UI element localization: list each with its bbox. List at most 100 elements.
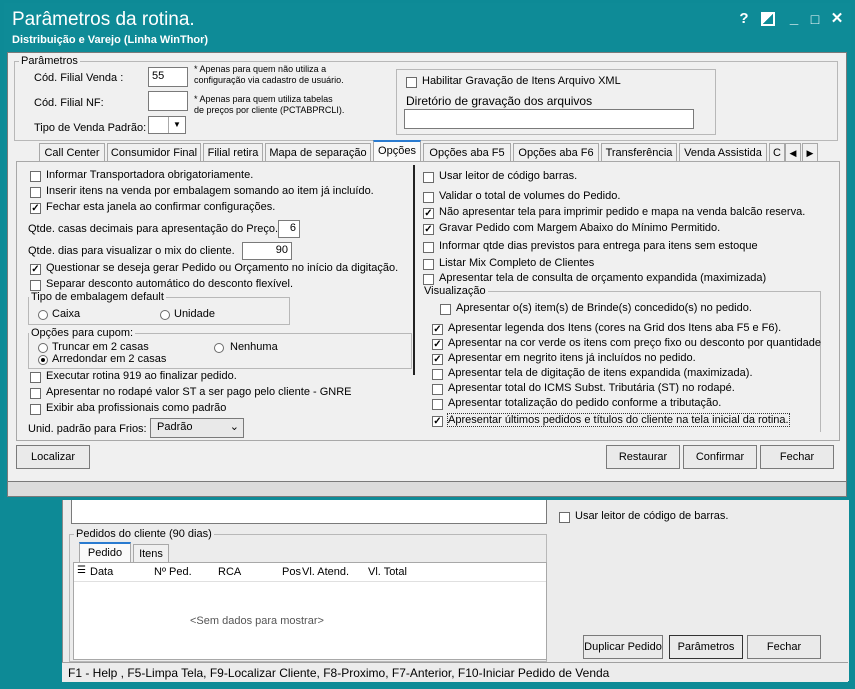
restaurar-button[interactable]: Restaurar xyxy=(606,445,680,469)
visualizacao-group-label: Visualização xyxy=(424,285,486,297)
frios-chevron-icon[interactable]: ⌄ xyxy=(230,420,239,433)
questionar-label: Questionar se deseja gerar Pedido ou Orç… xyxy=(46,262,399,274)
leitor-barras-checkbox[interactable] xyxy=(423,172,434,183)
cupom-arredondar-radio[interactable] xyxy=(38,355,48,365)
help-icon[interactable]: ? xyxy=(734,9,754,29)
rotina-919-checkbox[interactable] xyxy=(30,372,41,383)
dias-entrega-checkbox[interactable] xyxy=(423,242,434,253)
emb-caixa-radio[interactable] xyxy=(38,310,48,320)
dir-input[interactable] xyxy=(404,109,694,129)
mix-completo-checkbox[interactable] xyxy=(423,259,434,270)
main-fechar-button[interactable]: Fechar xyxy=(747,635,821,659)
pedidos-grid[interactable]: ☰ Data Nº Ped. RCA Pos Vl. Atend. Vl. To… xyxy=(73,562,547,660)
validar-volumes-checkbox[interactable] xyxy=(423,192,434,203)
maximize-icon[interactable]: □ xyxy=(805,9,825,29)
nao-imprimir-label: Não apresentar tela para imprimir pedido… xyxy=(439,206,806,218)
decimais-label: Qtde. casas decimais para apresentação d… xyxy=(28,223,279,235)
tipo-venda-label: Tipo de Venda Padrão: xyxy=(34,122,147,134)
leitor-barras-label: Usar leitor de código barras. xyxy=(439,170,578,182)
tipo-venda-select[interactable]: ▼ xyxy=(148,116,186,134)
aba-profissionais-checkbox[interactable] xyxy=(30,404,41,415)
embalagem-soma-label: Inserir itens na venda por embalagem som… xyxy=(46,185,374,197)
tab-call-center[interactable]: Call Center xyxy=(39,143,105,161)
dir-label: Diretório de gravação dos arquivos xyxy=(406,94,593,108)
cupom-truncar-radio[interactable] xyxy=(38,343,48,353)
tab-opcoes-f6[interactable]: Opções aba F6 xyxy=(513,143,599,161)
dialog-titlebar[interactable]: Parâmetros da rotina. Distribuição e Var… xyxy=(4,3,851,51)
restore-icon[interactable] xyxy=(758,9,778,29)
negrito-checkbox[interactable]: ✓ xyxy=(432,354,443,365)
main-window-background: Usar leitor de código de barras. Pedidos… xyxy=(0,498,855,689)
separar-desconto-label: Separar desconto automático do desconto … xyxy=(46,278,294,290)
legenda-checkbox[interactable]: ✓ xyxy=(432,324,443,335)
chevron-down-icon[interactable]: ▼ xyxy=(168,117,185,133)
tab-pedido[interactable]: Pedido xyxy=(79,542,131,562)
grid-header: ☰ Data Nº Ped. RCA Pos Vl. Atend. Vl. To… xyxy=(74,563,546,582)
validar-volumes-label: Validar o total de volumes do Pedido. xyxy=(439,190,621,202)
fechar-janela-checkbox[interactable]: ✓ xyxy=(30,203,41,214)
minimize-icon[interactable]: _ xyxy=(784,9,804,29)
emb-unidade-radio[interactable] xyxy=(160,310,170,320)
gravar-margem-checkbox[interactable]: ✓ xyxy=(423,224,434,235)
fechar-button[interactable]: Fechar xyxy=(760,445,834,469)
tab-transferencia[interactable]: Transferência xyxy=(601,143,677,161)
tab-itens[interactable]: Itens xyxy=(133,544,169,562)
cupom-nenhuma-radio[interactable] xyxy=(214,343,224,353)
icms-st-checkbox[interactable] xyxy=(432,384,443,395)
xml-checkbox[interactable] xyxy=(406,77,417,88)
frios-value: Padrão xyxy=(157,421,193,433)
dias-entrega-label: Informar qtde dias previstos para entreg… xyxy=(439,240,758,252)
col-rca[interactable]: RCA xyxy=(218,566,241,578)
tab-venda-assistida[interactable]: Venda Assistida xyxy=(679,143,767,161)
gravar-margem-label: Gravar Pedido com Margem Abaixo do Mínim… xyxy=(439,222,721,234)
parameters-dialog: Parâmetros da rotina. Distribuição e Var… xyxy=(4,3,851,500)
filial-venda-input[interactable]: 55 xyxy=(148,67,188,87)
tab-scroll-right-icon[interactable]: ▶ xyxy=(802,143,818,161)
ultimos-pedidos-checkbox[interactable]: ✓ xyxy=(432,416,443,427)
col-data[interactable]: Data xyxy=(90,566,113,578)
duplicar-pedido-button[interactable]: Duplicar Pedido xyxy=(583,635,663,659)
gnre-checkbox[interactable] xyxy=(30,388,41,399)
dias-mix-input[interactable]: 90 xyxy=(242,242,292,260)
tab-opcoes[interactable]: Opções xyxy=(373,140,421,162)
barcode-checkbox[interactable] xyxy=(559,512,570,523)
frios-label: Unid. padrão para Frios: xyxy=(28,423,147,435)
negrito-label: Apresentar em negrito itens já incluídos… xyxy=(448,352,696,364)
tab-scroll-left-icon[interactable]: ◀ xyxy=(785,143,801,161)
cor-verde-checkbox[interactable]: ✓ xyxy=(432,339,443,350)
brinde-checkbox[interactable] xyxy=(440,304,451,315)
ultimos-pedidos-label: Apresentar últimos pedidos e títulos do … xyxy=(447,413,790,427)
filial-venda-label: Cód. Filial Venda : xyxy=(34,72,124,84)
col-num-ped[interactable]: Nº Ped. xyxy=(154,566,192,578)
status-bar: F1 - Help , F5-Limpa Tela, F9-Localizar … xyxy=(62,662,848,682)
separar-desconto-checkbox[interactable] xyxy=(30,280,41,291)
tab-consumidor-final[interactable]: Consumidor Final xyxy=(107,143,201,161)
frios-select[interactable]: Padrão ⌄ xyxy=(150,418,244,438)
embalagem-soma-checkbox[interactable] xyxy=(30,187,41,198)
transportadora-checkbox[interactable] xyxy=(30,171,41,182)
tab-mapa-separacao[interactable]: Mapa de separação xyxy=(265,143,371,161)
parametros-button[interactable]: Parâmetros xyxy=(669,635,743,659)
col-pos[interactable]: Pos xyxy=(282,566,301,578)
cupom-arredondar-label: Arredondar em 2 casas xyxy=(52,353,167,365)
pedidos-group-label: Pedidos do cliente (90 dias) xyxy=(76,528,212,540)
questionar-checkbox[interactable]: ✓ xyxy=(30,264,41,275)
decimais-input[interactable]: 6 xyxy=(278,220,300,238)
totalizacao-checkbox[interactable] xyxy=(432,399,443,410)
tab-overflow[interactable]: C xyxy=(769,143,785,161)
cupom-truncar-label: Truncar em 2 casas xyxy=(52,341,149,353)
confirmar-button[interactable]: Confirmar xyxy=(683,445,757,469)
dias-mix-label: Qtde. dias para visualizar o mix do clie… xyxy=(28,245,235,257)
orcamento-expandida-checkbox[interactable] xyxy=(423,274,434,285)
localizar-button[interactable]: Localizar xyxy=(16,445,90,469)
nao-imprimir-checkbox[interactable]: ✓ xyxy=(423,208,434,219)
digitacao-expandida-checkbox[interactable] xyxy=(432,369,443,380)
observation-field[interactable] xyxy=(71,498,547,524)
grid-menu-icon[interactable]: ☰ xyxy=(77,565,86,576)
tab-opcoes-f5[interactable]: Opções aba F5 xyxy=(423,143,511,161)
col-vl-total[interactable]: Vl. Total xyxy=(368,566,407,578)
filial-nf-input[interactable] xyxy=(148,91,188,111)
tab-filial-retira[interactable]: Filial retira xyxy=(203,143,263,161)
close-icon[interactable]: ✕ xyxy=(827,9,847,29)
col-vl-atend[interactable]: Vl. Atend. xyxy=(302,566,349,578)
